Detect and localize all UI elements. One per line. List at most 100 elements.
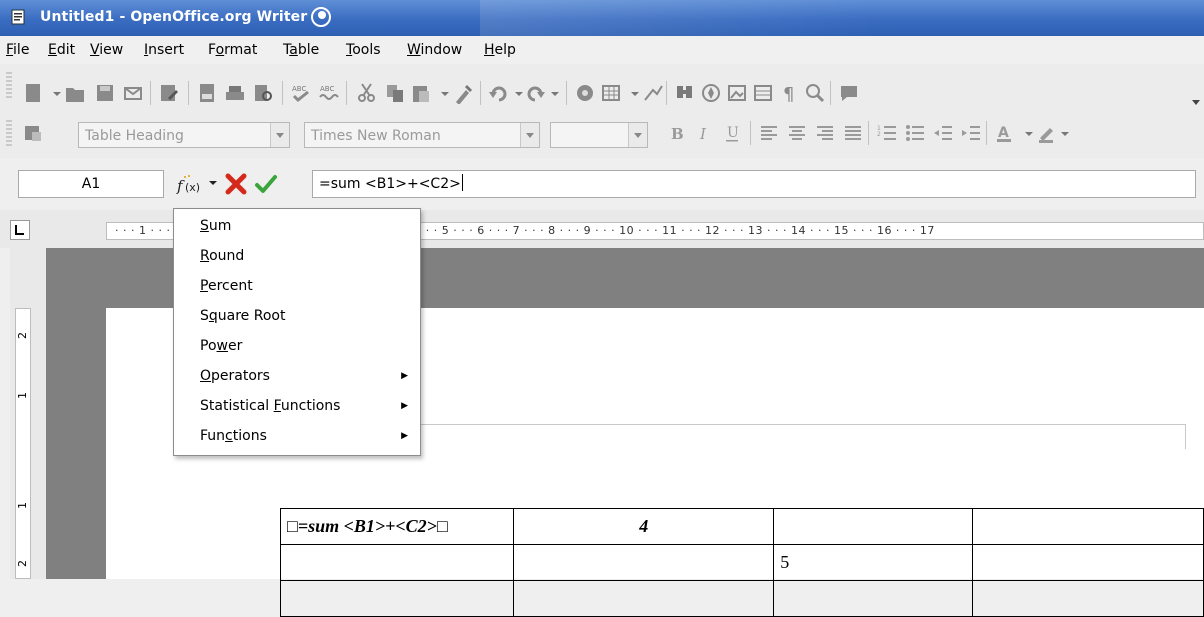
copy-icon[interactable] <box>384 82 406 104</box>
show-draw-functions-icon[interactable] <box>642 82 664 104</box>
numbering-icon[interactable]: 12 <box>876 122 898 144</box>
svg-text:¶: ¶ <box>783 84 794 104</box>
menu-insert[interactable]: Insert <box>144 42 184 58</box>
table-cell-a1[interactable]: □=sum <B1>+<C2>□ <box>279 508 515 545</box>
new-document-icon[interactable] <box>22 82 44 104</box>
dropdown-arrow-icon[interactable] <box>544 82 566 104</box>
find-replace-icon[interactable] <box>674 82 696 104</box>
table-cell-a3[interactable] <box>279 580 515 617</box>
chevron-down-icon[interactable] <box>628 123 647 147</box>
increase-indent-icon[interactable] <box>960 122 982 144</box>
edit-file-icon[interactable] <box>158 82 180 104</box>
formatting-marks-icon[interactable]: ¶ <box>778 82 800 104</box>
menu-item-percent[interactable]: Percent <box>200 271 420 301</box>
submenu-arrow-icon: ▶ <box>401 401 408 411</box>
menu-help[interactable]: Help <box>484 42 516 58</box>
font-size-select[interactable] <box>550 122 648 148</box>
vertical-ruler[interactable]: 2 1 1 2 <box>15 308 31 579</box>
redo-icon[interactable] <box>524 82 546 104</box>
table-cell-c2[interactable]: 5 <box>773 544 974 581</box>
font-name-select[interactable]: Times New Roman <box>304 122 540 148</box>
menu-edit[interactable]: Edit <box>48 42 75 58</box>
left-tab-icon <box>15 225 24 235</box>
menu-item-label: Square Root <box>200 308 286 324</box>
formula-function-icon[interactable]: f (x) <box>176 174 206 196</box>
email-icon[interactable] <box>122 82 144 104</box>
zoom-icon[interactable] <box>804 82 826 104</box>
table-cell-b1[interactable]: 4 <box>513 508 775 545</box>
gallery-icon[interactable] <box>726 82 748 104</box>
italic-icon[interactable]: I <box>694 122 716 144</box>
table-cell-c3[interactable] <box>773 580 974 617</box>
cell-reference-box[interactable]: A1 <box>18 170 164 198</box>
spellcheck-icon[interactable]: ABC <box>290 82 312 104</box>
toolbar-grip[interactable] <box>6 120 12 146</box>
menu-item-round[interactable]: Round <box>200 241 420 271</box>
save-icon[interactable] <box>94 82 116 104</box>
svg-text:A: A <box>998 125 1009 141</box>
export-pdf-icon[interactable] <box>196 82 218 104</box>
styles-formatting-icon[interactable] <box>22 122 44 144</box>
chevron-down-icon[interactable] <box>520 123 539 147</box>
table-cell-b2[interactable] <box>513 544 775 581</box>
hyperlink-icon[interactable] <box>574 82 596 104</box>
menu-format[interactable]: Format <box>208 42 257 58</box>
menu-item-label: Sum <box>200 218 232 234</box>
page-preview-icon[interactable] <box>252 82 274 104</box>
bold-icon[interactable]: B <box>666 122 688 144</box>
table-cell-d2[interactable] <box>972 544 1204 581</box>
menu-file[interactable]: File <box>6 42 29 58</box>
underline-icon[interactable]: U <box>722 122 744 144</box>
dropdown-arrow-icon[interactable] <box>1058 122 1072 144</box>
menu-window[interactable]: Window <box>407 42 462 58</box>
cancel-icon[interactable] <box>224 172 248 196</box>
paragraph-style-select[interactable]: Table Heading <box>78 122 290 148</box>
menu-item-statistical-functions[interactable]: Statistical Functions ▶ <box>200 391 420 421</box>
align-center-icon[interactable] <box>786 122 808 144</box>
navigator-icon[interactable] <box>700 82 722 104</box>
menu-item-sum[interactable]: Sum <box>200 211 420 241</box>
title-bar: Untitled1 - OpenOffice.org Writer <box>0 0 1204 36</box>
align-right-icon[interactable] <box>814 122 836 144</box>
toolbar-grip[interactable] <box>6 72 12 98</box>
formula-dropdown-icon[interactable] <box>208 178 218 188</box>
cut-icon[interactable] <box>356 82 378 104</box>
table-cell-c1[interactable] <box>773 508 974 545</box>
table-cell-d3[interactable] <box>972 580 1204 617</box>
toolbar-overflow-icon[interactable] <box>1190 90 1202 112</box>
table-icon[interactable] <box>600 82 622 104</box>
autospellcheck-icon[interactable]: ABC <box>318 82 340 104</box>
menu-item-power[interactable]: Power <box>200 331 420 361</box>
menu-item-operators[interactable]: Operators ▶ <box>200 361 420 391</box>
menu-view[interactable]: View <box>90 42 123 58</box>
decrease-indent-icon[interactable] <box>932 122 954 144</box>
document-table[interactable]: □=sum <B1>+<C2>□ 4 5 <box>279 508 1204 617</box>
open-icon[interactable] <box>64 82 86 104</box>
menu-tools[interactable]: Tools <box>346 42 381 58</box>
menu-item-label: Round <box>200 248 245 264</box>
font-color-icon[interactable]: A <box>994 122 1016 144</box>
highlighting-icon[interactable] <box>1036 122 1058 144</box>
menu-table[interactable]: Table <box>283 42 319 58</box>
comment-icon[interactable] <box>838 82 860 104</box>
table-cell-b3[interactable] <box>513 580 775 617</box>
bullets-icon[interactable] <box>904 122 926 144</box>
text-cursor <box>461 174 464 191</box>
table-cell-d1[interactable] <box>972 508 1204 545</box>
data-sources-icon[interactable] <box>752 82 774 104</box>
menu-item-square-root[interactable]: Square Root <box>200 301 420 331</box>
apply-check-icon[interactable] <box>254 172 278 196</box>
clone-formatting-icon[interactable] <box>452 82 474 104</box>
print-icon[interactable] <box>224 82 246 104</box>
formula-input[interactable]: =sum <B1>+<C2> <box>312 170 1196 198</box>
menu-item-functions[interactable]: Functions ▶ <box>200 421 420 451</box>
align-left-icon[interactable] <box>758 122 780 144</box>
submenu-arrow-icon: ▶ <box>401 431 408 441</box>
table-cell-a2[interactable] <box>279 544 515 581</box>
undo-icon[interactable] <box>488 82 510 104</box>
justify-icon[interactable] <box>842 122 864 144</box>
paste-icon[interactable] <box>410 82 432 104</box>
svg-text:(x): (x) <box>185 181 200 194</box>
chevron-down-icon[interactable] <box>270 123 289 147</box>
tab-stop-selector[interactable] <box>10 220 30 240</box>
